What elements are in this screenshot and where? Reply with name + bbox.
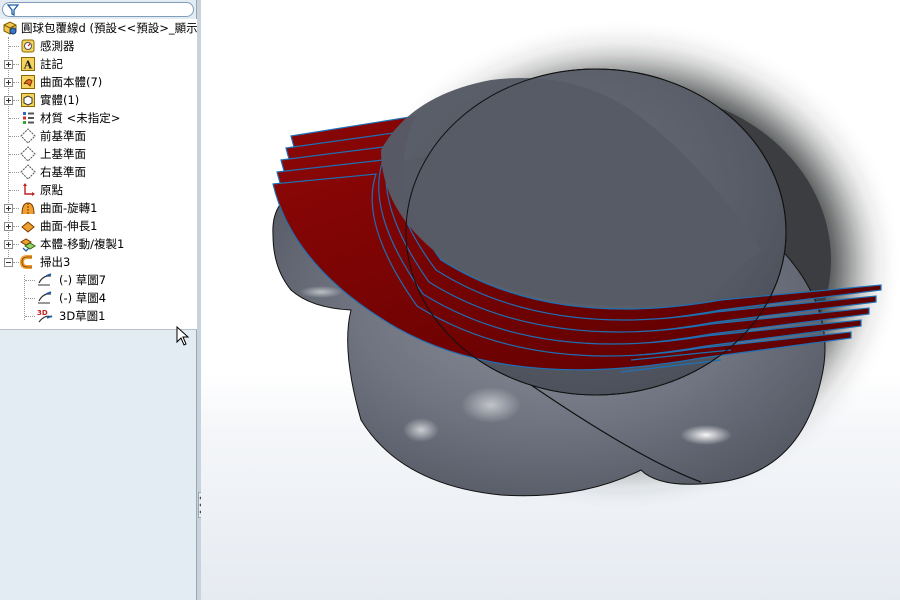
sketch-icon bbox=[38, 273, 52, 286]
specular-highlight bbox=[299, 286, 343, 298]
solid-bodies-icon bbox=[21, 93, 35, 107]
expand-toggle[interactable] bbox=[4, 60, 13, 69]
tree-item-annotations[interactable]: A 註記 bbox=[0, 55, 197, 73]
tree-item-top-plane[interactable]: 上基準面 bbox=[0, 145, 197, 163]
filter-funnel-icon[interactable] bbox=[7, 4, 19, 16]
specular-highlight bbox=[461, 387, 521, 423]
collapse-toggle[interactable] bbox=[4, 258, 13, 267]
3d-model-view[interactable] bbox=[201, 0, 900, 600]
material-icon bbox=[23, 112, 34, 124]
tree-item-sweep[interactable]: 掃出3 bbox=[0, 253, 197, 271]
tree-item-front-plane[interactable]: 前基準面 bbox=[0, 127, 197, 145]
tree-item-right-plane[interactable]: 右基準面 bbox=[0, 163, 197, 181]
origin-icon bbox=[23, 183, 35, 196]
tree-item-3d-sketch1[interactable]: 3D 3D草圖1 bbox=[0, 307, 197, 325]
surface-bodies-icon bbox=[21, 75, 35, 89]
sweep-icon bbox=[20, 255, 32, 269]
specular-highlight bbox=[403, 418, 439, 442]
svg-text:3D: 3D bbox=[37, 309, 48, 317]
move-copy-icon bbox=[20, 238, 36, 252]
plane-icon bbox=[20, 164, 36, 180]
tree-item-origin[interactable]: 原點 bbox=[0, 181, 197, 199]
tree-item-surface-extrude[interactable]: 曲面-伸長1 bbox=[0, 217, 197, 235]
mouse-cursor-icon bbox=[176, 326, 190, 346]
expand-toggle[interactable] bbox=[4, 96, 13, 105]
plane-icon bbox=[20, 146, 36, 162]
sketch-icon bbox=[38, 291, 52, 304]
svg-text:A: A bbox=[23, 59, 33, 72]
graphics-viewport[interactable] bbox=[201, 0, 900, 600]
extrude-surface-icon bbox=[21, 221, 35, 233]
expand-toggle[interactable] bbox=[4, 240, 13, 249]
sensor-icon bbox=[21, 39, 35, 53]
annotation-icon: A bbox=[21, 57, 35, 72]
tree-item-sketch4[interactable]: (-) 草圖4 bbox=[0, 289, 197, 307]
expand-toggle[interactable] bbox=[4, 78, 13, 87]
tree-root-label: 圓球包覆線d (預設<<預設>_顯示 bbox=[21, 21, 198, 35]
tree-item-material[interactable]: 材質 <未指定> bbox=[0, 109, 197, 127]
expand-toggle[interactable] bbox=[4, 222, 13, 231]
tree-item-solid-bodies[interactable]: 實體(1) bbox=[0, 91, 197, 109]
specular-highlight bbox=[680, 425, 732, 445]
part-icon bbox=[3, 21, 17, 35]
tree-root[interactable]: 圓球包覆線d (預設<<預設>_顯示 bbox=[0, 19, 198, 37]
expand-toggle[interactable] bbox=[4, 204, 13, 213]
plane-icon bbox=[20, 128, 36, 144]
revolve-surface-icon bbox=[21, 202, 35, 215]
tree-item-sensors[interactable]: 感測器 bbox=[0, 37, 197, 55]
3d-sketch-icon: 3D bbox=[37, 309, 53, 323]
feature-manager-panel: 圓球包覆線d (預設<<預設>_顯示 感測器 A 註記 曲面本體(7) 實體(1… bbox=[0, 0, 198, 600]
tree-item-sketch7[interactable]: (-) 草圖7 bbox=[0, 271, 197, 289]
tree-item-surface-revolve[interactable]: 曲面-旋轉1 bbox=[0, 199, 197, 217]
tree-item-body-move-copy[interactable]: 本體-移動/複製1 bbox=[0, 235, 197, 253]
filter-bar[interactable] bbox=[2, 2, 194, 17]
feature-tree: 圓球包覆線d (預設<<預設>_顯示 感測器 A 註記 曲面本體(7) 實體(1… bbox=[0, 19, 198, 346]
tree-item-surface-bodies[interactable]: 曲面本體(7) bbox=[0, 73, 197, 91]
